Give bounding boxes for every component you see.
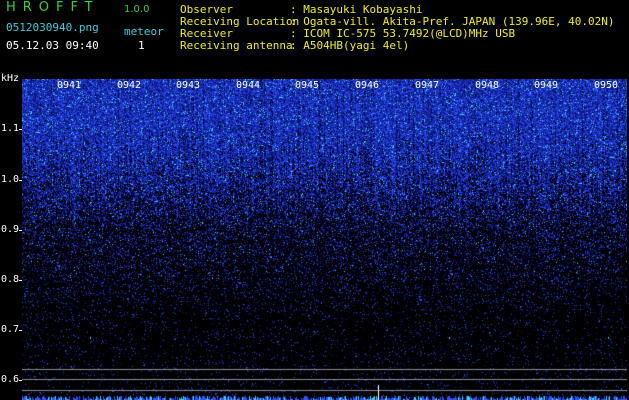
- freq-tick-0-9: 0.9: [1, 224, 20, 235]
- time-tick-0948: 0948: [475, 80, 500, 91]
- freq-tick-1-1: 1.1: [1, 123, 20, 134]
- time-tick-0950: 0950: [594, 80, 619, 91]
- time-tick-0949: 0949: [534, 80, 559, 91]
- meteor-count: 1: [138, 39, 145, 52]
- spectrogram-canvas: [22, 79, 627, 400]
- freq-tick-1-0: 1.0: [1, 174, 20, 185]
- app-version: 1.0.0: [124, 4, 150, 15]
- freq-tick-0-7: 0.7: [1, 324, 20, 335]
- antenna-value: : A504HB(yagi 4el): [290, 39, 410, 52]
- time-tick-0942: 0942: [117, 80, 142, 91]
- datetime: 05.12.03 09:40: [6, 39, 99, 52]
- time-tick-0946: 0946: [355, 80, 380, 91]
- freq-tick-0-6: 0.6: [1, 374, 20, 385]
- freq-tick-0-8: 0.8: [1, 274, 20, 285]
- header-panel: HROFFT 1.0.0 0512030940.png meteor 05.12…: [0, 0, 629, 72]
- time-tick-0944: 0944: [236, 80, 261, 91]
- filename: 0512030940.png: [6, 21, 99, 34]
- app-title: HROFFT: [6, 0, 100, 15]
- time-tick-0941: 0941: [57, 80, 82, 91]
- time-tick-0947: 0947: [415, 80, 440, 91]
- time-tick-0943: 0943: [176, 80, 201, 91]
- spectrogram-plot: [22, 79, 627, 400]
- time-tick-0945: 0945: [295, 80, 320, 91]
- frequency-unit-label: kHz: [1, 73, 20, 84]
- antenna-label: Receiving antenna: [180, 39, 293, 52]
- meteor-label: meteor: [124, 25, 164, 38]
